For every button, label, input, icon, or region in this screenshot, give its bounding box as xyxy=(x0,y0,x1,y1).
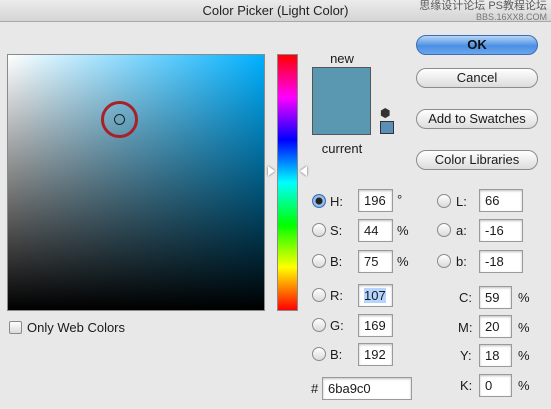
new-color-label: new xyxy=(330,51,354,66)
red-label: R: xyxy=(330,288,343,303)
radio-saturation[interactable] xyxy=(312,223,326,237)
brightness-label: B: xyxy=(330,254,343,269)
b-channel-label: b: xyxy=(456,254,467,269)
radio-a-channel[interactable] xyxy=(437,223,451,237)
color-picker-cursor[interactable] xyxy=(114,114,125,125)
yellow-unit: % xyxy=(518,348,530,363)
green-input[interactable]: 169 xyxy=(358,314,393,337)
hue-slider-right-handle-icon[interactable] xyxy=(300,166,307,176)
yellow-input[interactable]: 18 xyxy=(479,344,512,367)
red-input-value: 107 xyxy=(364,288,386,303)
a-channel-input[interactable]: -16 xyxy=(479,219,523,242)
current-color-label: current xyxy=(321,141,363,156)
cube-icon[interactable]: ⬢ xyxy=(380,106,390,120)
ok-button[interactable]: OK xyxy=(416,35,538,55)
radio-red[interactable] xyxy=(312,288,326,302)
green-label: G: xyxy=(330,318,344,333)
color-libraries-button[interactable]: Color Libraries xyxy=(416,150,538,170)
watermark: 思缘设计论坛 PS教程论坛 BBS.16XX8.COM xyxy=(419,1,547,23)
saturation-unit: % xyxy=(397,223,409,238)
watermark-line-1: 思缘设计论坛 PS教程论坛 xyxy=(419,0,547,12)
radio-blue[interactable] xyxy=(312,347,326,361)
red-input[interactable]: 107 xyxy=(358,284,393,307)
cyan-input[interactable]: 59 xyxy=(479,286,512,309)
radio-hue[interactable] xyxy=(312,194,326,208)
b-channel-input[interactable]: -18 xyxy=(479,250,523,273)
brightness-input[interactable]: 75 xyxy=(358,250,393,273)
cyan-label: C: xyxy=(459,290,472,305)
yellow-label: Y: xyxy=(460,348,472,363)
only-web-colors-checkbox[interactable] xyxy=(9,321,22,334)
black-unit: % xyxy=(518,378,530,393)
radio-b-channel[interactable] xyxy=(437,254,451,268)
hex-input[interactable]: 6ba9c0 xyxy=(322,377,412,400)
hue-input[interactable]: 196 xyxy=(358,189,393,212)
hue-unit: ° xyxy=(397,192,403,207)
black-input[interactable]: 0 xyxy=(479,374,512,397)
magenta-input[interactable]: 20 xyxy=(479,315,512,338)
magenta-label: M: xyxy=(458,320,473,335)
blue-label: B: xyxy=(330,347,343,362)
hue-label: H: xyxy=(330,194,343,209)
brightness-unit: % xyxy=(397,254,409,269)
watermark-line-2: BBS.16XX8.COM xyxy=(475,12,547,22)
radio-lightness[interactable] xyxy=(437,194,451,208)
a-channel-label: a: xyxy=(456,223,467,238)
blue-input[interactable]: 192 xyxy=(358,343,393,366)
lightness-input[interactable]: 66 xyxy=(479,189,523,212)
lightness-label: L: xyxy=(456,194,467,209)
color-preview-swatch xyxy=(312,67,371,135)
saturation-label: S: xyxy=(330,223,343,238)
radio-brightness[interactable] xyxy=(312,254,326,268)
hue-slider[interactable] xyxy=(277,54,298,311)
color-field[interactable] xyxy=(7,54,265,311)
add-to-swatches-button[interactable]: Add to Swatches xyxy=(416,109,538,129)
hex-label: # xyxy=(311,381,319,396)
hue-slider-left-handle-icon[interactable] xyxy=(268,166,275,176)
black-label: K: xyxy=(460,378,473,393)
radio-green[interactable] xyxy=(312,318,326,332)
saturation-input[interactable]: 44 xyxy=(358,219,393,242)
web-safe-swatch[interactable] xyxy=(380,121,394,134)
magenta-unit: % xyxy=(518,320,530,335)
cancel-button[interactable]: Cancel xyxy=(416,68,538,88)
cyan-unit: % xyxy=(518,290,530,305)
only-web-colors-label: Only Web Colors xyxy=(27,320,126,335)
